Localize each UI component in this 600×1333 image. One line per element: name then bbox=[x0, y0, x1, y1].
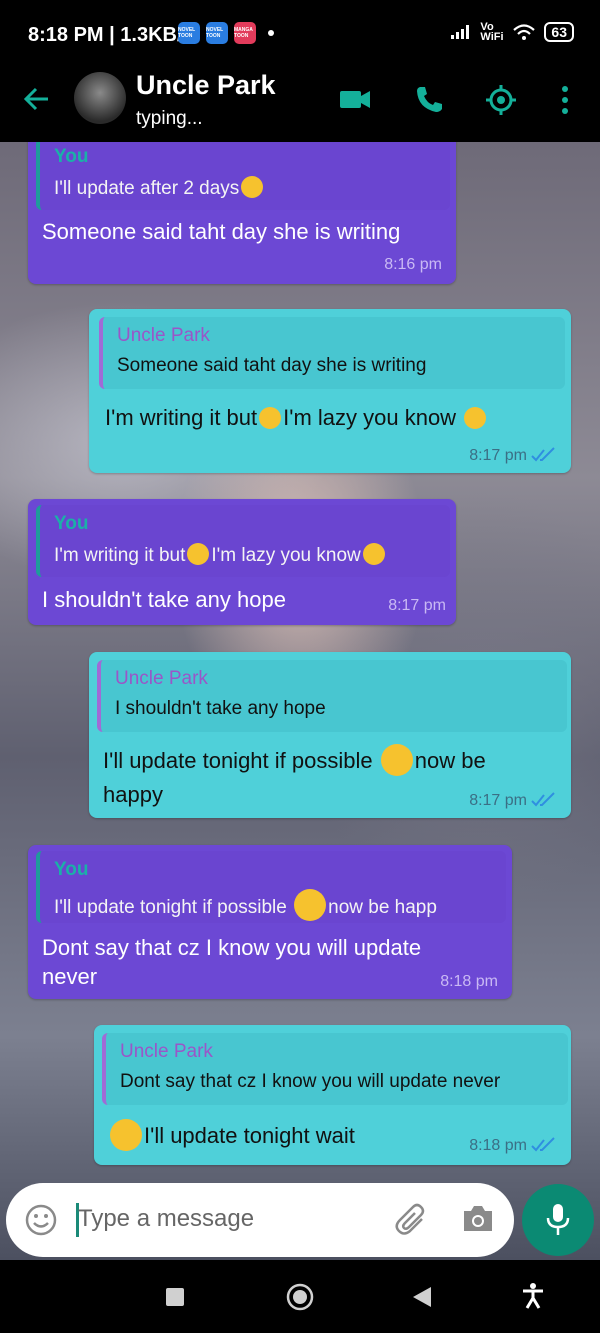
voice-call-icon[interactable] bbox=[414, 84, 444, 114]
message-text: I shouldn't take any hope bbox=[42, 587, 286, 612]
quote-author: You bbox=[54, 146, 89, 167]
notification-dot bbox=[268, 30, 274, 36]
manga-toon-app-icon: MANGA TOON bbox=[234, 22, 256, 44]
pleading-face-emoji-icon bbox=[187, 543, 210, 565]
pleading-face-emoji-icon bbox=[464, 407, 487, 429]
reply-quote[interactable]: Uncle Park I shouldn't take any hope bbox=[97, 660, 567, 732]
quote-author: You bbox=[54, 513, 89, 534]
message-incoming[interactable]: You I'll update tonight if possible now … bbox=[28, 845, 512, 999]
contact-avatar[interactable] bbox=[74, 72, 126, 124]
message-text: Someone said taht day she is writing bbox=[42, 219, 401, 244]
message-incoming[interactable]: You I'm writing it but I'm lazy you know … bbox=[28, 499, 456, 625]
quote-text: I'll update tonight if possible now be h… bbox=[54, 889, 437, 921]
location-icon[interactable] bbox=[485, 84, 517, 116]
reply-quote[interactable]: Uncle Park Dont say that cz I know you w… bbox=[102, 1033, 568, 1105]
message-time: 8:18 pm bbox=[440, 973, 498, 990]
message-text: I'll update tonight if possible now be bbox=[103, 744, 486, 776]
message-time: 8:16 pm bbox=[384, 256, 442, 273]
quote-text: I shouldn't take any hope bbox=[115, 698, 326, 719]
recents-square-icon[interactable] bbox=[166, 1288, 184, 1306]
chat-area[interactable]: You I'll update after 2 days Someone sai… bbox=[0, 142, 600, 1260]
quote-author: Uncle Park bbox=[115, 668, 208, 689]
status-right: Vo WiFi 63 bbox=[450, 21, 574, 43]
reply-quote[interactable]: Uncle Park Someone said taht day she is … bbox=[99, 317, 565, 389]
reply-quote[interactable]: You I'll update after 2 days bbox=[36, 142, 450, 210]
message-time: 8:17 pm bbox=[388, 597, 446, 614]
mic-icon bbox=[546, 1204, 570, 1235]
contact-name[interactable]: Uncle Park bbox=[136, 70, 276, 101]
read-receipt-icon bbox=[531, 1137, 555, 1152]
reply-quote[interactable]: You I'm writing it but I'm lazy you know bbox=[36, 505, 450, 577]
message-text-line2: happy bbox=[103, 782, 163, 807]
battery-indicator: 63 bbox=[544, 22, 574, 42]
message-text: I'm writing it but I'm lazy you know bbox=[105, 403, 488, 432]
read-receipt-icon bbox=[531, 792, 555, 807]
emoji-icon[interactable] bbox=[24, 1203, 58, 1237]
message-time: 8:18 pm bbox=[469, 1137, 527, 1154]
novel-toon-app-icon: NOVEL TOON bbox=[178, 22, 200, 44]
slightly-smiling-face-emoji-icon bbox=[110, 1119, 142, 1151]
notification-icons: NOVEL TOON NOVEL TOON MANGA TOON bbox=[178, 22, 256, 44]
smiling-with-tear-emoji-icon bbox=[380, 744, 413, 776]
status-time: 8:18 PM | 1.3KB/s bbox=[28, 24, 194, 46]
message-text: Dont say that cz I know you will update bbox=[42, 935, 422, 960]
more-options-icon[interactable] bbox=[558, 84, 572, 116]
pleading-face-emoji-icon bbox=[362, 543, 385, 565]
quote-text: I'm writing it but I'm lazy you know bbox=[54, 543, 387, 567]
attach-icon[interactable] bbox=[394, 1203, 430, 1237]
camera-icon[interactable] bbox=[460, 1203, 496, 1235]
pleading-face-emoji-icon bbox=[241, 176, 264, 198]
message-time: 8:17 pm bbox=[469, 792, 527, 809]
smiling-with-tear-emoji-icon bbox=[294, 889, 327, 921]
back-triangle-icon[interactable] bbox=[412, 1286, 432, 1308]
message-incoming[interactable]: You I'll update after 2 days Someone sai… bbox=[28, 142, 456, 284]
system-nav-bar bbox=[0, 1260, 600, 1333]
message-time: 8:17 pm bbox=[469, 447, 527, 464]
message-text-line2: never bbox=[42, 964, 98, 989]
message-composer[interactable]: Type a message bbox=[6, 1183, 514, 1257]
vowifi-label: Vo WiFi bbox=[480, 21, 504, 43]
typing-status: typing... bbox=[136, 108, 203, 129]
reply-quote[interactable]: You I'll update tonight if possible now … bbox=[36, 851, 506, 923]
pleading-face-emoji-icon bbox=[259, 407, 282, 429]
accessibility-icon[interactable] bbox=[522, 1283, 544, 1309]
back-arrow-icon[interactable] bbox=[22, 84, 52, 114]
message-outgoing[interactable]: Uncle Park Dont say that cz I know you w… bbox=[94, 1025, 571, 1165]
wifi-icon bbox=[513, 24, 536, 40]
message-outgoing[interactable]: Uncle Park I shouldn't take any hope I'l… bbox=[89, 652, 571, 818]
quote-text: Someone said taht day she is writing bbox=[117, 355, 427, 376]
quote-author: Uncle Park bbox=[120, 1041, 213, 1062]
quote-author: Uncle Park bbox=[117, 325, 210, 346]
quote-text: Dont say that cz I know you will update … bbox=[120, 1071, 501, 1092]
read-receipt-icon bbox=[531, 447, 555, 462]
novel-toon-app-icon: NOVEL TOON bbox=[206, 22, 228, 44]
signal-icon bbox=[451, 25, 470, 39]
chat-header: Uncle Park typing... bbox=[0, 62, 600, 142]
message-outgoing[interactable]: Uncle Park Someone said taht day she is … bbox=[89, 309, 571, 473]
home-circle-icon[interactable] bbox=[286, 1283, 314, 1311]
message-input[interactable]: Type a message bbox=[78, 1205, 254, 1233]
quote-author: You bbox=[54, 859, 89, 880]
message-text: I'll update tonight wait bbox=[108, 1119, 355, 1151]
quote-text: I'll update after 2 days bbox=[54, 176, 265, 200]
video-call-icon[interactable] bbox=[338, 84, 372, 114]
voice-message-button[interactable] bbox=[522, 1184, 594, 1256]
status-bar: 8:18 PM | 1.3KB/s NOVEL TOON NOVEL TOON … bbox=[0, 0, 600, 62]
